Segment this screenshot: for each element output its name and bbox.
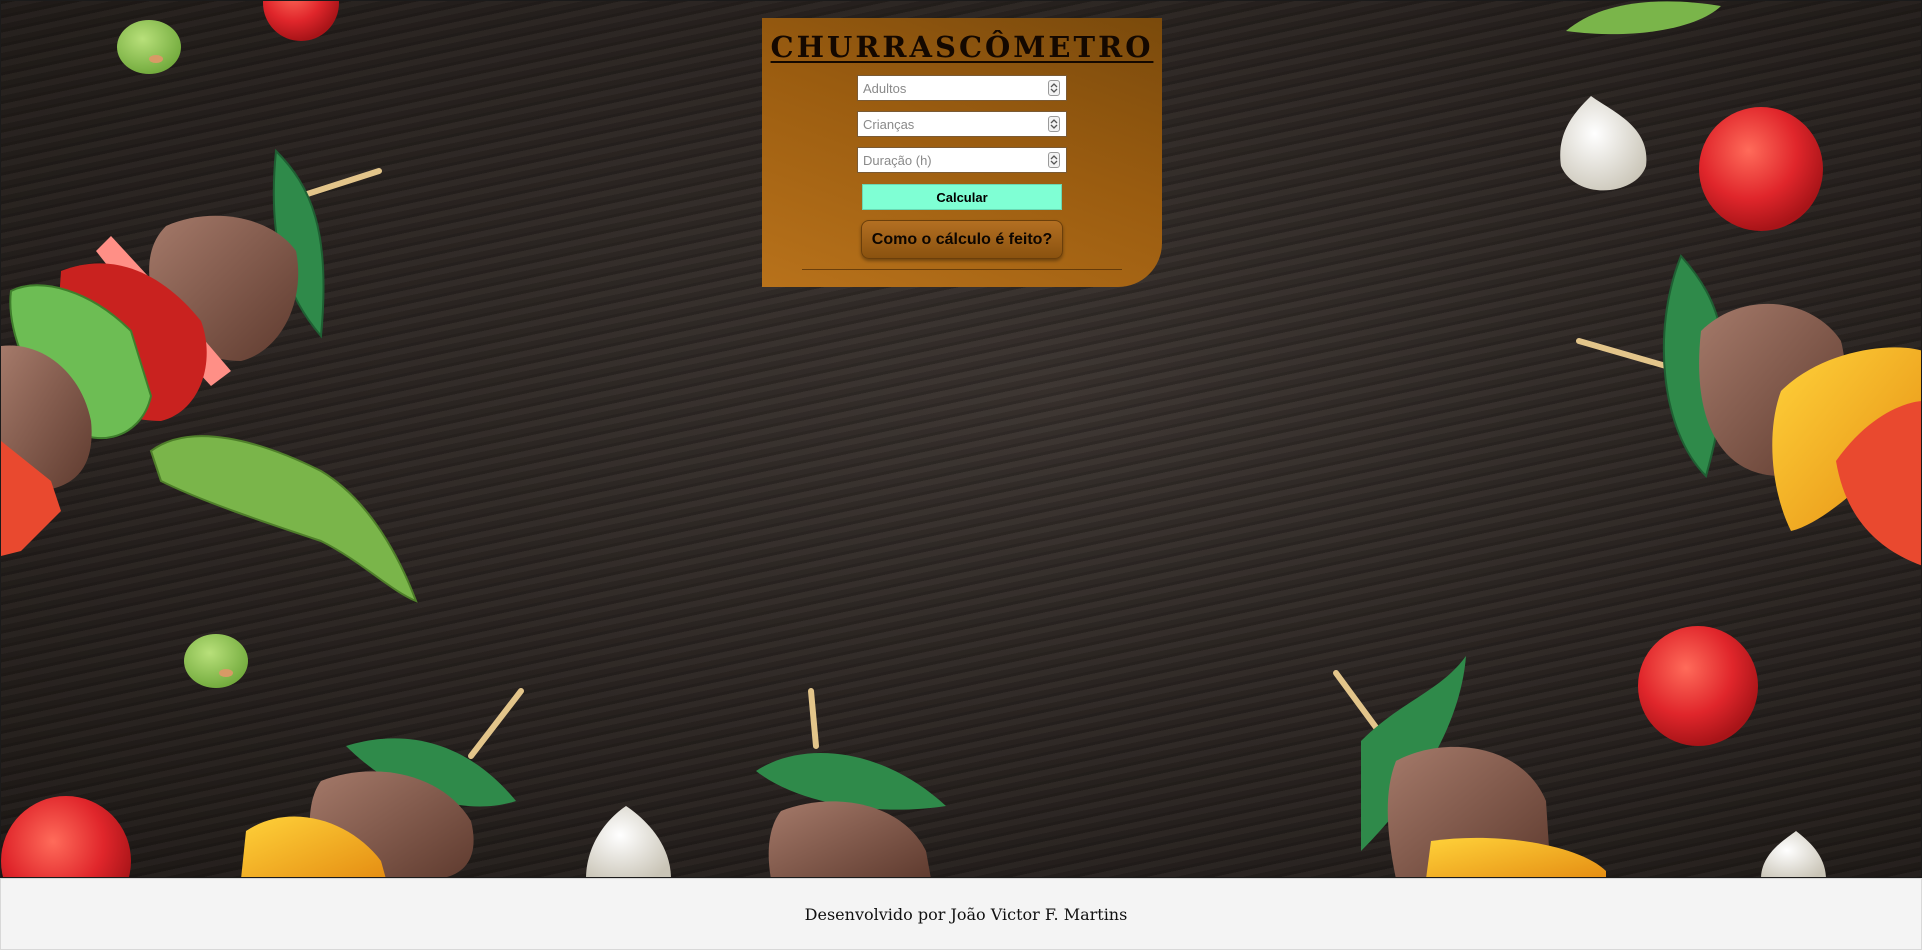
tomato-icon xyxy=(263,1,339,41)
pea-pod-icon xyxy=(1566,1,1721,35)
kebab-skewer-icon xyxy=(241,688,524,877)
garlic-icon xyxy=(1560,96,1647,191)
pea-pod-icon xyxy=(149,435,418,603)
garlic-icon xyxy=(1761,831,1826,877)
garlic-icon xyxy=(586,806,671,877)
panel-divider xyxy=(802,269,1122,270)
spinner-arrows-icon[interactable] xyxy=(1048,80,1060,96)
bean-icon xyxy=(117,20,181,74)
footer: Desenvolvido por João Victor F. Martins xyxy=(0,878,1922,950)
duration-input[interactable] xyxy=(858,149,1038,171)
footer-credit: Desenvolvido por João Victor F. Martins xyxy=(804,904,1128,924)
spinner-arrows-icon[interactable] xyxy=(1048,152,1060,168)
how-calculation-works-button[interactable]: Como o cálculo é feito? xyxy=(861,220,1063,259)
children-input[interactable] xyxy=(858,113,1038,135)
tomato-icon xyxy=(1,796,131,877)
tomato-icon xyxy=(1638,626,1758,746)
kebab-skewer-icon xyxy=(756,688,946,877)
bean-icon xyxy=(184,634,248,688)
spinner-arrows-icon[interactable] xyxy=(1048,116,1060,132)
calculator-panel: CHURRASCÔMETRO Adultos Crianças Duração … xyxy=(762,18,1162,287)
tomato-icon xyxy=(1699,107,1823,231)
background-wood: CHURRASCÔMETRO Adultos Crianças Duração … xyxy=(0,0,1922,878)
kebab-skewer-icon xyxy=(1576,254,1921,566)
adults-input[interactable] xyxy=(858,77,1038,99)
adults-field[interactable] xyxy=(857,75,1067,101)
children-field[interactable] xyxy=(857,111,1067,137)
duration-field[interactable] xyxy=(857,147,1067,173)
calculate-button[interactable]: Calcular xyxy=(862,184,1062,210)
page-title: CHURRASCÔMETRO xyxy=(770,30,1154,64)
kebab-skewer-icon xyxy=(1333,656,1606,877)
